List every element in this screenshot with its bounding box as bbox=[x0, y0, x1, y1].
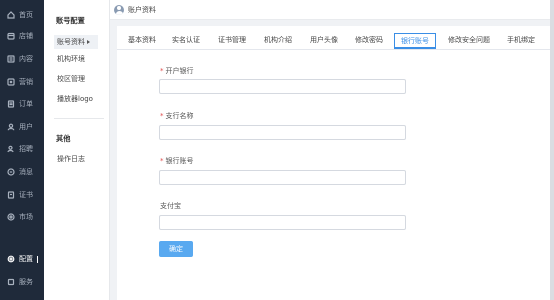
scrollbar-thumb[interactable] bbox=[550, 0, 554, 300]
nav-item-label: 订单 bbox=[19, 100, 33, 108]
page-header: 账户资料 bbox=[110, 0, 554, 20]
message-icon bbox=[6, 168, 15, 177]
user-icon bbox=[6, 123, 15, 132]
nav-item-certificate[interactable]: 证书 bbox=[0, 188, 44, 202]
service-icon bbox=[6, 278, 15, 287]
required-mark: * bbox=[160, 112, 164, 120]
nav-item-marketing[interactable]: 营销 bbox=[0, 75, 44, 89]
nav-item-user[interactable]: 用户 bbox=[0, 120, 44, 134]
content-icon bbox=[6, 55, 15, 64]
tab-user-avatar[interactable]: 用户头像 bbox=[305, 33, 343, 49]
nav-item-label: 招聘 bbox=[19, 145, 33, 153]
nav-item-label: 服务 bbox=[19, 278, 33, 286]
tab-change-password[interactable]: 修改密码 bbox=[350, 33, 388, 49]
label-text: 支行名称 bbox=[165, 112, 194, 120]
active-indicator bbox=[36, 256, 38, 263]
store-icon bbox=[6, 32, 15, 41]
bank-label: * 开户银行 bbox=[160, 66, 194, 76]
order-icon bbox=[6, 100, 15, 109]
nav-item-store[interactable]: 店铺 bbox=[0, 29, 44, 43]
main-panel: 基本资料 实名认证 证书管理 机构介绍 用户头像 修改密码 银行账号 修改安全问… bbox=[117, 26, 554, 300]
branch-label: * 支行名称 bbox=[160, 111, 194, 121]
tab-basic-info[interactable]: 基本资料 bbox=[123, 33, 161, 49]
nav-item-order[interactable]: 订单 bbox=[0, 97, 44, 111]
alipay-label: 支付宝 bbox=[160, 201, 181, 211]
nav-item-label: 首页 bbox=[19, 11, 33, 19]
main-nav: 首页 店铺 内容 营销 订单 用户 招聘 消息 证书 市场 配置 服务 bbox=[0, 0, 44, 300]
required-mark: * bbox=[160, 67, 164, 75]
account-input[interactable] bbox=[159, 170, 406, 185]
subnav-section-title: 其他 bbox=[56, 134, 71, 143]
tab-certificates[interactable]: 证书管理 bbox=[213, 33, 251, 49]
home-icon bbox=[6, 11, 15, 20]
required-mark: * bbox=[160, 157, 164, 165]
subnav-item-label: 账号资料 bbox=[57, 38, 85, 46]
recruit-icon bbox=[6, 145, 15, 154]
tab-security-question[interactable]: 修改安全问题 bbox=[444, 33, 494, 49]
divider bbox=[54, 118, 104, 119]
settings-icon bbox=[6, 255, 15, 264]
settings-subnav: 账号配置 账号资料 机构环境 校区管理 播放器logo 其他 操作日志 bbox=[44, 0, 110, 300]
page-title: 账户资料 bbox=[128, 5, 156, 14]
avatar bbox=[114, 4, 124, 15]
nav-item-label: 营销 bbox=[19, 78, 33, 86]
marketing-icon bbox=[6, 78, 15, 87]
account-label: * 银行账号 bbox=[160, 156, 194, 166]
tab-real-name[interactable]: 实名认证 bbox=[167, 33, 205, 49]
scrollbar[interactable] bbox=[550, 0, 554, 300]
nav-item-message[interactable]: 消息 bbox=[0, 165, 44, 179]
market-icon bbox=[6, 213, 15, 222]
label-text: 支付宝 bbox=[160, 202, 181, 210]
label-text: 银行账号 bbox=[165, 157, 194, 165]
subnav-section-title: 账号配置 bbox=[56, 16, 85, 25]
nav-item-market[interactable]: 市场 bbox=[0, 210, 44, 224]
nav-item-label: 消息 bbox=[19, 168, 33, 176]
nav-item-label: 用户 bbox=[19, 123, 33, 131]
nav-item-home[interactable]: 首页 bbox=[0, 8, 44, 22]
caret-right-icon bbox=[87, 40, 90, 44]
nav-item-label: 店铺 bbox=[19, 32, 33, 40]
tab-bank-account[interactable]: 银行账号 bbox=[394, 33, 436, 49]
tab-institution-intro[interactable]: 机构介绍 bbox=[259, 33, 297, 49]
nav-item-label: 内容 bbox=[19, 55, 33, 63]
subnav-item-player-logo[interactable]: 播放器logo bbox=[54, 92, 98, 106]
nav-item-settings[interactable]: 配置 bbox=[0, 252, 44, 266]
subnav-item-operation-log[interactable]: 操作日志 bbox=[54, 152, 98, 166]
label-text: 开户银行 bbox=[165, 67, 194, 75]
nav-item-label: 配置 bbox=[19, 255, 33, 263]
submit-button[interactable]: 确定 bbox=[159, 241, 193, 257]
nav-item-content[interactable]: 内容 bbox=[0, 52, 44, 66]
branch-input[interactable] bbox=[159, 125, 406, 140]
nav-item-label: 证书 bbox=[19, 191, 33, 199]
nav-item-label: 市场 bbox=[19, 213, 33, 221]
tab-phone-binding[interactable]: 手机绑定 bbox=[502, 33, 540, 49]
subnav-item-campus[interactable]: 校区管理 bbox=[54, 72, 98, 86]
certificate-icon bbox=[6, 191, 15, 200]
nav-item-recruit[interactable]: 招聘 bbox=[0, 142, 44, 156]
tab-bar: 基本资料 实名认证 证书管理 机构介绍 用户头像 修改密码 银行账号 修改安全问… bbox=[117, 30, 554, 50]
subnav-item-environment[interactable]: 机构环境 bbox=[54, 52, 98, 66]
subnav-item-account-profile[interactable]: 账号资料 bbox=[54, 35, 98, 49]
nav-item-service[interactable]: 服务 bbox=[0, 275, 44, 289]
bank-input[interactable] bbox=[159, 79, 406, 94]
alipay-input[interactable] bbox=[159, 215, 406, 230]
